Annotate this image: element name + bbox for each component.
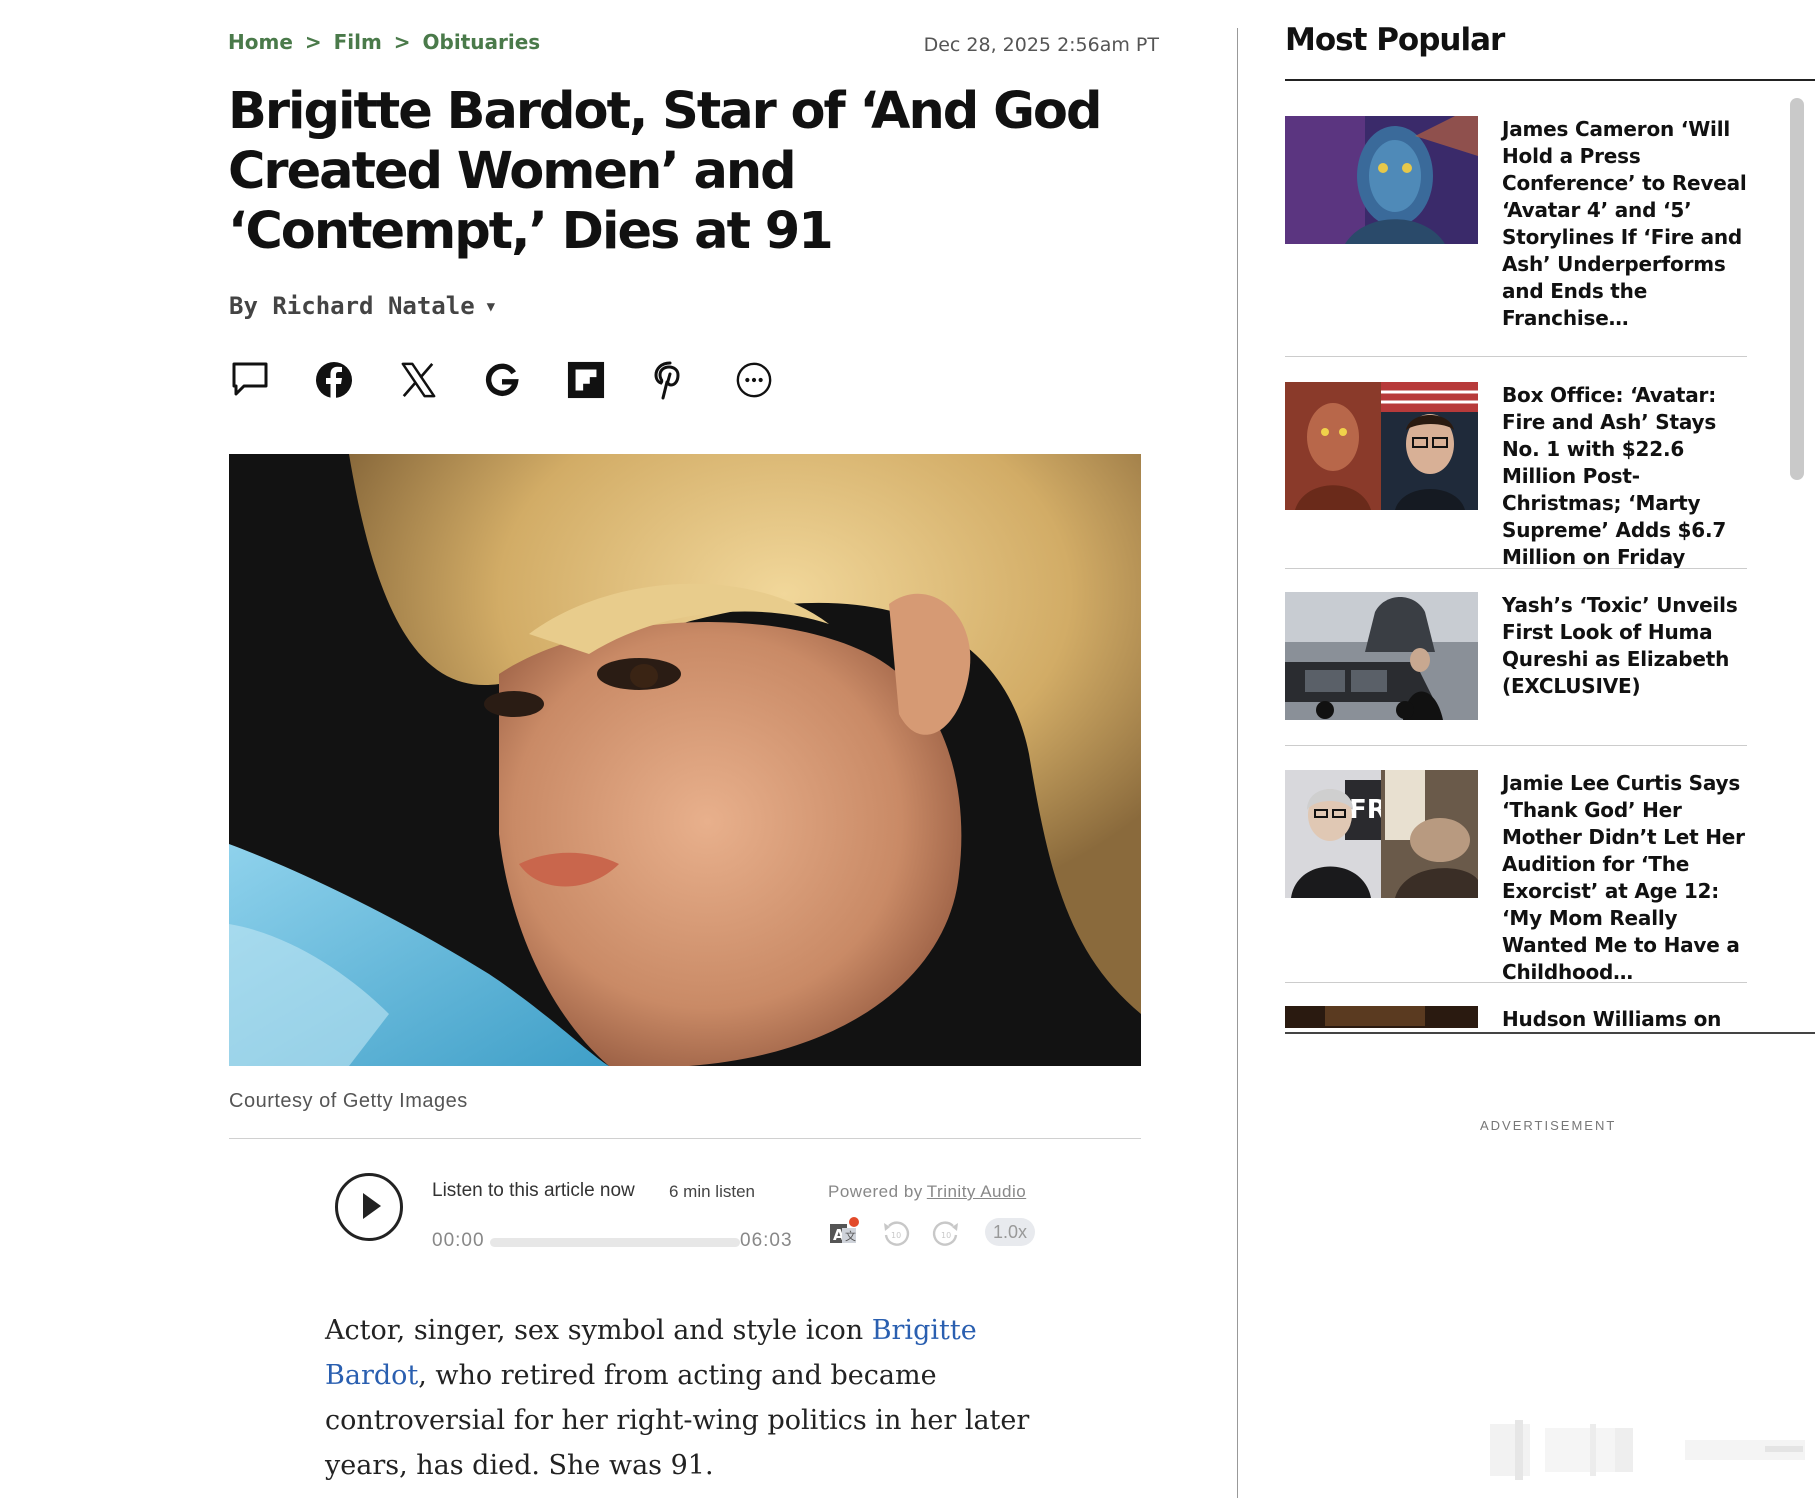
popular-item-4[interactable]: FR Jamie Lee Curtis Says ‘Thank God’ Her… — [1285, 770, 1747, 984]
popular-item-3[interactable]: Yash’s ‘Toxic’ Unveils First Look of Hum… — [1285, 592, 1747, 722]
listen-label: Listen to this article now — [432, 1180, 635, 1201]
playback-speed-button[interactable]: 1.0x — [985, 1218, 1035, 1246]
popular-headline: Hudson Williams on the — [1502, 1007, 1722, 1028]
comment-button[interactable] — [228, 358, 272, 402]
facebook-share-button[interactable] — [312, 358, 356, 402]
popular-thumbnail — [1285, 592, 1478, 720]
rewind-icon: 10 — [884, 1221, 910, 1246]
rewind-10-button[interactable]: 10 — [881, 1218, 911, 1253]
forward-icon: 10 — [932, 1221, 958, 1246]
x-share-button[interactable] — [396, 358, 440, 402]
popular-thumbnail — [1285, 382, 1478, 510]
most-popular-scrollbar-thumb[interactable] — [1790, 98, 1804, 480]
forward-10-button[interactable]: 10 — [931, 1218, 961, 1253]
time-total: 06:03 — [740, 1230, 793, 1251]
popular-item-5[interactable]: Hudson Williams on the — [1285, 1006, 1747, 1028]
advertisement-slot[interactable] — [1385, 1420, 1805, 1480]
play-button[interactable] — [335, 1173, 403, 1241]
image-caption: Courtesy of Getty Images — [229, 1090, 468, 1112]
article-body-paragraph: Actor, singer, sex symbol and style icon… — [325, 1308, 1045, 1488]
author-name: By Richard Natale — [229, 292, 475, 320]
popular-thumbnail — [1285, 1006, 1478, 1028]
popular-divider — [1285, 982, 1747, 983]
breadcrumb-separator: > — [304, 30, 322, 54]
audio-progress-bar[interactable] — [490, 1238, 740, 1247]
audio-player: Listen to this article now 6 min listen … — [335, 1170, 1035, 1253]
breadcrumb-separator: > — [393, 30, 411, 54]
listen-duration: 6 min listen — [669, 1182, 755, 1201]
breadcrumb-obituaries[interactable]: Obituaries — [423, 30, 541, 54]
translate-button[interactable]: A 文 — [828, 1216, 862, 1255]
advertisement-label: ADVERTISEMENT — [1480, 1118, 1617, 1133]
most-popular-bottom-rule — [1285, 1032, 1815, 1034]
popular-headline: Yash’s ‘Toxic’ Unveils First Look of Hum… — [1502, 593, 1738, 698]
x-icon — [401, 362, 436, 398]
svg-text:文: 文 — [845, 1229, 856, 1243]
hero-image — [229, 454, 1141, 1066]
flipboard-icon — [567, 361, 605, 399]
most-popular-sidebar: Most Popular James Cameron ‘Will Hold a … — [1285, 0, 1816, 1498]
flipboard-share-button[interactable] — [564, 358, 608, 402]
body-text-after: , who retired from acting and became con… — [325, 1360, 1030, 1481]
column-divider — [1237, 28, 1238, 1498]
breadcrumb: Home > Film > Obituaries — [228, 30, 540, 54]
publish-timestamp: Dec 28, 2025 2:56am PT — [923, 34, 1159, 56]
body-text-before: Actor, singer, sex symbol and style icon — [325, 1315, 872, 1346]
pinterest-share-button[interactable] — [648, 358, 692, 402]
more-share-button[interactable] — [732, 358, 776, 402]
pinterest-icon — [654, 361, 680, 400]
popular-item-2[interactable]: Box Office: ‘Avatar: Fire and Ash’ Stays… — [1285, 382, 1747, 569]
most-popular-rule — [1285, 79, 1815, 81]
most-popular-list[interactable]: James Cameron ‘Will Hold a Press Confere… — [1285, 90, 1815, 1028]
more-icon — [736, 362, 772, 398]
trinity-audio-link[interactable]: Trinity Audio — [927, 1182, 1026, 1201]
author-byline[interactable]: By Richard Natale ▼ — [229, 292, 495, 320]
powered-by-label: Powered by — [828, 1182, 923, 1201]
powered-by: Powered by Trinity Audio — [828, 1182, 1026, 1202]
svg-text:10: 10 — [891, 1231, 901, 1240]
popular-item-1[interactable]: James Cameron ‘Will Hold a Press Confere… — [1285, 116, 1747, 330]
popular-thumbnail: FR — [1285, 770, 1478, 898]
comment-icon — [232, 362, 268, 396]
breadcrumb-film[interactable]: Film — [334, 30, 382, 54]
popular-divider — [1285, 356, 1747, 357]
popular-headline: Jamie Lee Curtis Says ‘Thank God’ Her Mo… — [1502, 771, 1745, 984]
popular-headline: James Cameron ‘Will Hold a Press Confere… — [1502, 117, 1747, 330]
article-column: Home > Film > Obituaries Dec 28, 2025 2:… — [0, 0, 1235, 1498]
svg-text:10: 10 — [941, 1231, 951, 1240]
facebook-icon — [316, 362, 352, 398]
google-share-button[interactable] — [480, 358, 524, 402]
chevron-down-icon: ▼ — [486, 299, 496, 315]
google-icon — [486, 363, 519, 396]
translate-icon: A 文 — [830, 1217, 859, 1244]
popular-divider — [1285, 568, 1747, 569]
breadcrumb-home[interactable]: Home — [228, 30, 293, 54]
popular-headline: Box Office: ‘Avatar: Fire and Ash’ Stays… — [1502, 383, 1727, 569]
most-popular-title: Most Popular — [1285, 22, 1505, 58]
caption-divider — [229, 1138, 1141, 1139]
article-headline: Brigitte Bardot, Star of ‘And God Create… — [228, 82, 1102, 261]
popular-divider — [1285, 745, 1747, 746]
popular-thumbnail — [1285, 116, 1478, 244]
time-elapsed: 00:00 — [432, 1230, 485, 1251]
